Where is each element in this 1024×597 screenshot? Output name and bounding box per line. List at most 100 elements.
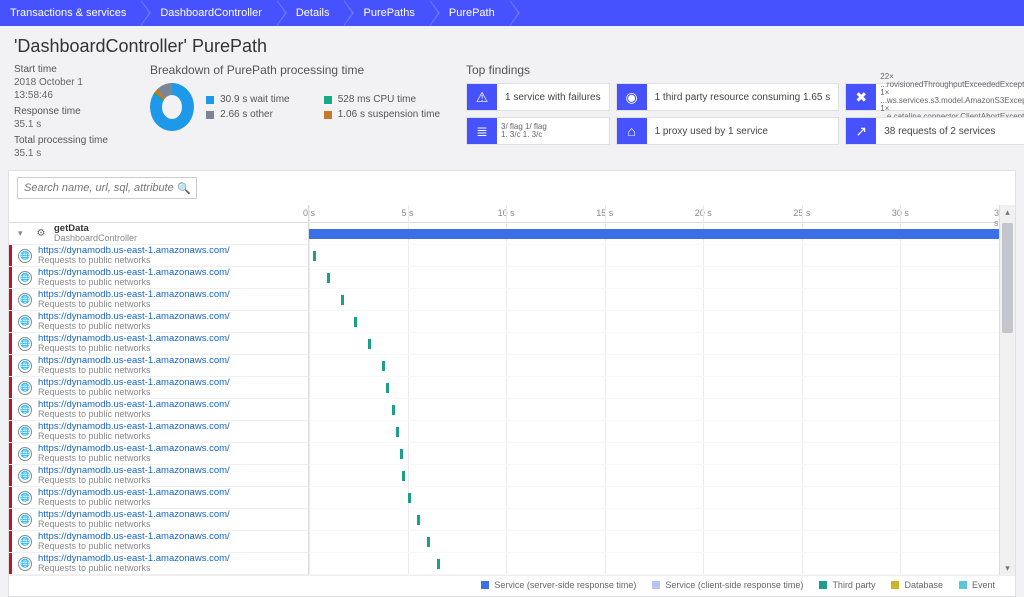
trace-row[interactable]: 🌐https://dynamodb.us-east-1.amazonaws.co… [9, 355, 308, 377]
span-bar[interactable] [354, 317, 357, 327]
error-marker [9, 421, 12, 442]
globe-icon: 🌐 [18, 359, 32, 373]
meta-panel: Start time 2018 October 1 13:58:46 Respo… [14, 63, 124, 160]
trace-row[interactable]: 🌐https://dynamodb.us-east-1.amazonaws.co… [9, 487, 308, 509]
breadcrumb-item[interactable]: PurePaths [343, 0, 428, 26]
trace-tree: ▾ ⚙ getData DashboardController 🌐 https:/… [9, 205, 309, 575]
scroll-thumb[interactable] [1002, 223, 1013, 333]
legend-item: Service (server-side response time) [481, 580, 636, 590]
span-bar[interactable] [408, 493, 411, 503]
trace-row[interactable]: 🌐https://dynamodb.us-east-1.amazonaws.co… [9, 333, 308, 355]
trace-row[interactable]: 🌐https://dynamodb.us-east-1.amazonaws.co… [9, 465, 308, 487]
span-bar[interactable] [386, 383, 389, 393]
globe-icon: 🌐 [18, 469, 32, 483]
finding-card[interactable]: ≣3/ flag 1/ flag1. 3/c 1. 3/c [466, 117, 610, 145]
finding-icon: ≣ [467, 118, 497, 144]
trace-row[interactable]: 🌐https://dynamodb.us-east-1.amazonaws.co… [9, 509, 308, 531]
span-bar[interactable] [437, 559, 440, 569]
trace-row[interactable]: 🌐https://dynamodb.us-east-1.amazonaws.co… [9, 443, 308, 465]
trace-row[interactable]: 🌐https://dynamodb.us-east-1.amazonaws.co… [9, 245, 308, 267]
breakdown-panel: Breakdown of PurePath processing time 30… [150, 63, 440, 131]
error-marker [9, 245, 12, 266]
page-title: 'DashboardController' PurePath [14, 36, 1010, 57]
findings-panel: Top findings ⚠1 service with failures◉1 … [466, 63, 1024, 145]
trace-row[interactable]: 🌐https://dynamodb.us-east-1.amazonaws.co… [9, 531, 308, 553]
span-bar[interactable] [368, 339, 371, 349]
scrollbar[interactable]: ▴ ▾ [999, 205, 1015, 575]
finding-card[interactable]: ✖22× ...rovisionedThroughputExceededExce… [845, 83, 1024, 111]
span-bar[interactable] [313, 251, 316, 261]
globe-icon: 🌐 [18, 381, 32, 395]
search-input-wrap: 🔍 [17, 177, 197, 199]
error-marker [9, 267, 12, 288]
legend-item: Database [891, 580, 943, 590]
span-bar[interactable] [327, 273, 330, 283]
error-marker [9, 531, 12, 552]
error-marker [9, 399, 12, 420]
trace-row[interactable]: 🌐https://dynamodb.us-east-1.amazonaws.co… [9, 377, 308, 399]
breakdown-donut-chart [150, 83, 194, 131]
search-icon: 🔍 [177, 182, 191, 195]
globe-icon: 🌐 [18, 249, 32, 263]
globe-icon: 🌐 [18, 337, 32, 351]
timeline-chart[interactable]: 0 s5 s10 s15 s20 s25 s30 s35 s [309, 205, 999, 575]
trace-panel: 🔍 ▾ ⚙ getData DashboardController 🌐 https… [8, 170, 1016, 597]
trace-row[interactable]: 🌐https://dynamodb.us-east-1.amazonaws.co… [9, 267, 308, 289]
legend-item: Third party [819, 580, 875, 590]
span-bar[interactable] [427, 537, 430, 547]
search-input[interactable] [17, 177, 197, 199]
request-link[interactable]: https://dynamodb.us-east-1.amazonaws.com… [38, 554, 230, 564]
globe-icon: 🌐 [18, 513, 32, 527]
finding-card[interactable]: ↗38 requests of 2 services [845, 117, 1024, 145]
span-bar[interactable] [417, 515, 420, 525]
finding-card[interactable]: ⚠1 service with failures [466, 83, 610, 111]
finding-card[interactable]: ◉1 third party resource consuming 1.65 s [616, 83, 840, 111]
trace-row[interactable]: 🌐https://dynamodb.us-east-1.amazonaws.co… [9, 421, 308, 443]
finding-card[interactable]: ⌂1 proxy used by 1 service [616, 117, 840, 145]
span-bar[interactable] [382, 361, 385, 371]
scroll-up-icon[interactable]: ▴ [1000, 205, 1015, 219]
error-marker [9, 333, 12, 354]
method-icon: ⚙ [34, 227, 48, 241]
globe-icon: 🌐 [18, 403, 32, 417]
span-bar[interactable] [400, 449, 403, 459]
legend-item: 30.9 s wait time [206, 94, 302, 105]
chevron-down-icon[interactable]: ▾ [18, 228, 30, 239]
scroll-down-icon[interactable]: ▾ [1000, 561, 1015, 575]
trace-row[interactable]: 🌐https://dynamodb.us-east-1.amazonaws.co… [9, 289, 308, 311]
span-bar[interactable] [392, 405, 395, 415]
globe-icon: 🌐 [18, 557, 32, 571]
header: 'DashboardController' PurePath Start tim… [0, 26, 1024, 166]
error-marker [9, 377, 12, 398]
finding-icon: ✖ [846, 84, 876, 110]
trace-row[interactable]: 🌐https://dynamodb.us-east-1.amazonaws.co… [9, 311, 308, 333]
globe-icon: 🌐 [18, 447, 32, 461]
breadcrumb: Transactions & servicesDashboardControll… [0, 0, 1024, 26]
legend-item: 528 ms CPU time [324, 94, 440, 105]
finding-icon: ⚠ [467, 84, 497, 110]
trace-row[interactable]: 🌐https://dynamodb.us-east-1.amazonaws.co… [9, 399, 308, 421]
finding-icon: ◉ [617, 84, 647, 110]
globe-icon: 🌐 [18, 271, 32, 285]
span-bar[interactable] [402, 471, 405, 481]
trace-row[interactable]: 🌐 https://dynamodb.us-east-1.amazonaws.co… [9, 553, 308, 575]
span-bar[interactable] [341, 295, 344, 305]
breadcrumb-item[interactable]: PurePath [429, 0, 509, 26]
footer-legend: Service (server-side response time)Servi… [9, 575, 1015, 596]
globe-icon: 🌐 [18, 293, 32, 307]
breadcrumb-item[interactable]: DashboardController [140, 0, 276, 26]
globe-icon: 🌐 [18, 315, 32, 329]
legend-item: Event [959, 580, 995, 590]
error-marker [9, 443, 12, 464]
finding-icon: ↗ [846, 118, 876, 144]
error-marker [9, 553, 12, 574]
legend-item: 2.66 s other [206, 109, 302, 120]
trace-root-row[interactable]: ▾ ⚙ getData DashboardController [9, 223, 308, 245]
breadcrumb-item[interactable]: Transactions & services [0, 0, 140, 26]
globe-icon: 🌐 [18, 425, 32, 439]
span-bar[interactable] [309, 229, 999, 239]
finding-icon: ⌂ [617, 118, 647, 144]
span-bar[interactable] [396, 427, 399, 437]
globe-icon: 🌐 [18, 491, 32, 505]
legend-item: 1.06 s suspension time [324, 109, 440, 120]
